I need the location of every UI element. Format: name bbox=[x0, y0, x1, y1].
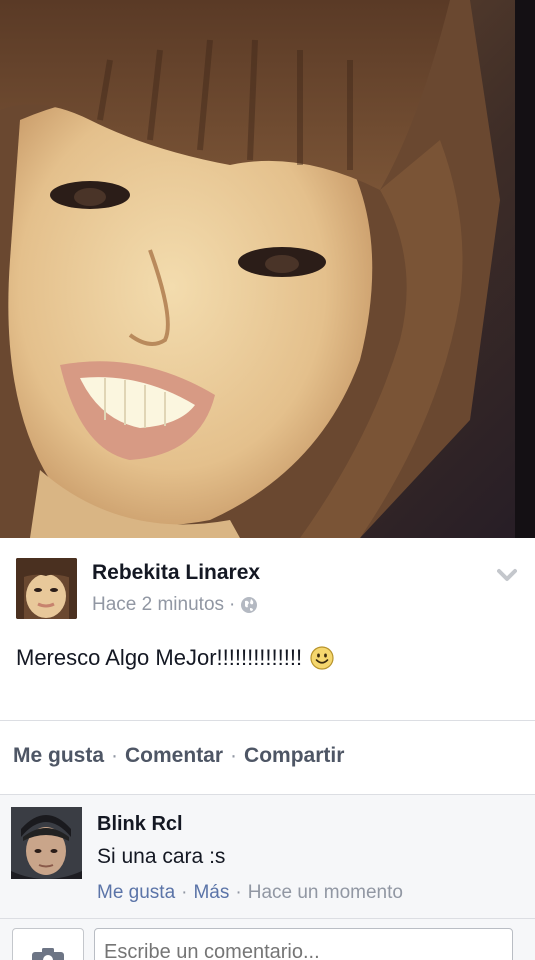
camera-icon bbox=[31, 947, 65, 960]
divider bbox=[0, 918, 535, 919]
comment-meta-separator: · bbox=[181, 882, 188, 903]
post-text: Meresco Algo MeJor!!!!!!!!!!!!!! bbox=[16, 645, 334, 671]
comment-timestamp: Hace un momento bbox=[247, 882, 403, 903]
commenter-avatar[interactable] bbox=[11, 807, 82, 879]
camera-button[interactable] bbox=[12, 928, 84, 960]
comment-meta-separator: · bbox=[235, 882, 242, 903]
comment-meta: Me gusta · Más · Hace un momento bbox=[97, 882, 403, 904]
author-avatar[interactable] bbox=[16, 558, 77, 619]
comment-button[interactable]: Comentar bbox=[125, 744, 223, 768]
comment-input[interactable] bbox=[94, 928, 513, 960]
like-button[interactable]: Me gusta bbox=[13, 744, 104, 768]
share-button[interactable]: Compartir bbox=[244, 744, 344, 768]
smiley-icon bbox=[310, 646, 334, 670]
post-meta: Hace 2 minutos · bbox=[92, 594, 258, 616]
action-separator: · bbox=[111, 744, 119, 767]
post-photo[interactable] bbox=[0, 0, 535, 538]
action-separator: · bbox=[230, 744, 238, 767]
post-actions: Me gusta · Comentar · Compartir bbox=[13, 744, 344, 768]
globe-icon bbox=[240, 596, 258, 614]
comment-more-link[interactable]: Más bbox=[193, 882, 229, 904]
chevron-down-icon[interactable] bbox=[497, 568, 517, 582]
divider bbox=[0, 720, 535, 721]
comment-like-link[interactable]: Me gusta bbox=[97, 882, 175, 904]
post-timestamp[interactable]: Hace 2 minutos bbox=[92, 594, 224, 616]
meta-separator: · bbox=[229, 594, 236, 615]
post-header: Rebekita Linarex Hace 2 minutos · bbox=[0, 538, 535, 628]
post-author-name[interactable]: Rebekita Linarex bbox=[92, 561, 260, 585]
comment-author-name[interactable]: Blink Rcl bbox=[97, 813, 183, 836]
comment-text: Si una cara :s bbox=[97, 845, 226, 868]
post-message: Meresco Algo MeJor!!!!!!!!!!!!!! bbox=[16, 645, 303, 670]
selfie-image bbox=[0, 0, 535, 538]
